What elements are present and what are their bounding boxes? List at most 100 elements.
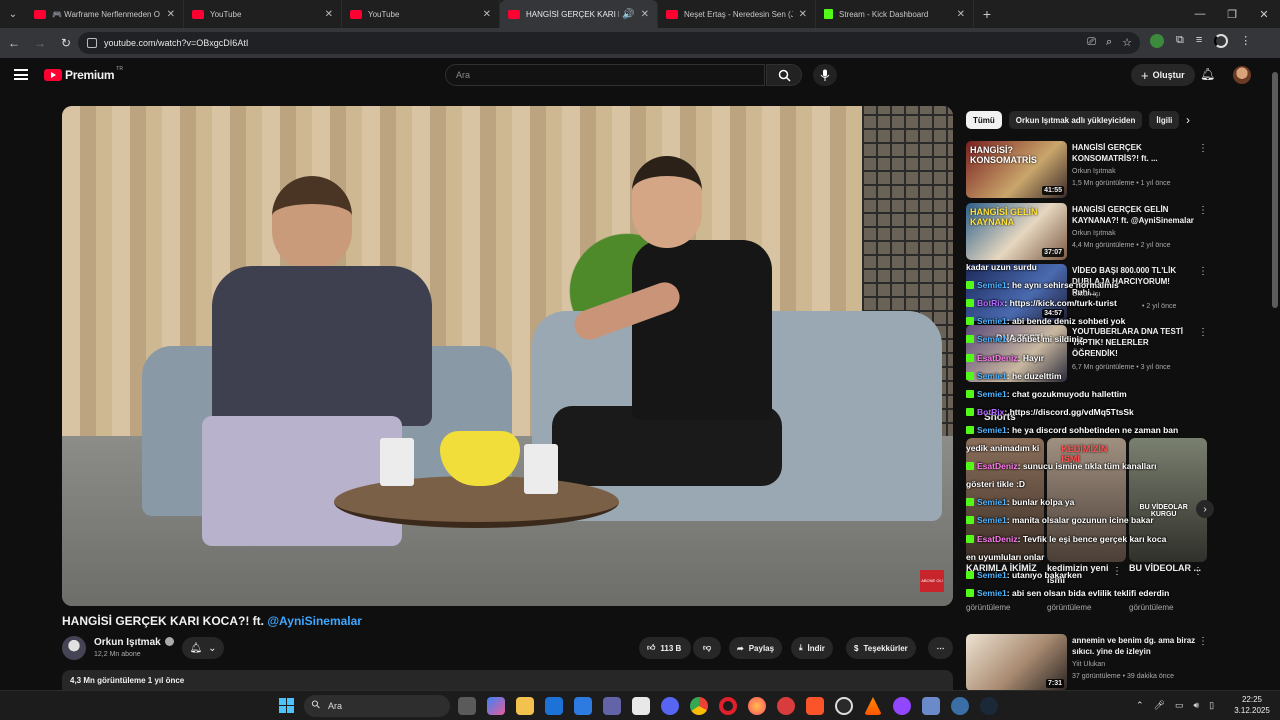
- chat-username[interactable]: Semie1: [977, 515, 1007, 525]
- tab-search-button[interactable]: ⌄: [0, 0, 26, 28]
- subscribe-watermark[interactable]: ABONE OL!: [920, 570, 944, 592]
- taskbar-search[interactable]: Ara: [304, 695, 450, 717]
- subscribed-notification-button[interactable]: 🔔︎ ⌄: [182, 637, 224, 659]
- share-button[interactable]: ➦ Paylaş: [729, 637, 783, 659]
- app-icon[interactable]: [922, 697, 940, 715]
- youtube-logo[interactable]: Premium TR: [44, 66, 123, 82]
- chat-username[interactable]: BotRix: [977, 407, 1004, 417]
- extension-icon[interactable]: [1150, 34, 1164, 48]
- video-thumbnail[interactable]: 7:31: [966, 634, 1067, 691]
- close-icon[interactable]: ✕: [799, 9, 807, 20]
- channel-name[interactable]: Orkun Işıtmak: [94, 637, 161, 648]
- recommendation-channel[interactable]: Orkun Işıtmak: [1072, 230, 1116, 237]
- close-icon[interactable]: ✕: [957, 9, 965, 20]
- video-title-mention-link[interactable]: @AyniSinemalar: [267, 614, 362, 628]
- vlc-icon[interactable]: [864, 697, 882, 715]
- recommendation-title[interactable]: annemin ve benim dg. ama biraz sıkıcı. y…: [1072, 635, 1196, 657]
- search-input[interactable]: Ara: [445, 64, 765, 86]
- create-button[interactable]: + Oluştur: [1131, 64, 1195, 86]
- search-button[interactable]: [766, 64, 802, 86]
- browser-menu-icon[interactable]: ⋮: [1240, 34, 1251, 48]
- chat-username[interactable]: EsatDeniz: [977, 353, 1018, 363]
- close-icon[interactable]: ✕: [325, 9, 333, 20]
- channel-name-row[interactable]: Orkun Işıtmak: [94, 637, 174, 648]
- zoom-icon[interactable]: ⌕: [1106, 36, 1112, 49]
- recommendation-title[interactable]: HANGİSİ GERÇEK KONSOMATRİS?! ft. ...: [1072, 142, 1196, 164]
- taskbar-clock[interactable]: 22:25 3.12.2025: [1228, 694, 1276, 716]
- chevron-up-icon[interactable]: ⌃: [1136, 700, 1144, 711]
- thanks-button[interactable]: $ Teşekkürler: [846, 637, 916, 659]
- browser-tab-active[interactable]: HANGİSİ GERÇEK KARI KOC 🔊 ✕: [500, 0, 658, 28]
- recommendation-item[interactable]: HANGİSİ? KONSOMATRİS 41:55 HANGİSİ GERÇE…: [966, 141, 1208, 199]
- dislike-button[interactable]: 👎︎: [693, 637, 721, 659]
- minimize-icon[interactable]: —: [1184, 8, 1216, 20]
- chevron-right-icon[interactable]: ›: [1186, 113, 1190, 127]
- close-icon[interactable]: ✕: [483, 9, 491, 20]
- chat-username[interactable]: EsatDeniz: [977, 534, 1018, 544]
- close-icon[interactable]: ✕: [641, 9, 649, 20]
- twitch-icon[interactable]: [893, 697, 911, 715]
- battery-icon[interactable]: ▯: [1209, 700, 1214, 711]
- more-vertical-icon[interactable]: ⋮: [1198, 143, 1208, 154]
- voice-search-button[interactable]: [813, 64, 837, 86]
- store-icon[interactable]: [574, 697, 592, 715]
- video-player[interactable]: ABONE OL!: [62, 106, 953, 606]
- chat-username[interactable]: Semie1: [977, 389, 1007, 399]
- recommendation-channel[interactable]: Orkun Işı: [1072, 291, 1100, 298]
- teams-icon[interactable]: [603, 697, 621, 715]
- forward-icon[interactable]: →: [28, 36, 52, 50]
- browser-tab[interactable]: Stream - Kick Dashboard ✕: [816, 0, 974, 28]
- chrome-icon[interactable]: [690, 697, 708, 715]
- download-button[interactable]: ⤓ İndir: [791, 637, 833, 659]
- notifications-icon[interactable]: 🔔︎: [1200, 67, 1215, 81]
- windows-start-icon[interactable]: [279, 698, 294, 713]
- bookmark-star-icon[interactable]: ☆: [1122, 36, 1132, 49]
- page-scrollbar-thumb[interactable]: [1272, 72, 1278, 308]
- extensions-puzzle-icon[interactable]: ⧉: [1176, 34, 1184, 48]
- account-avatar[interactable]: [1233, 66, 1251, 84]
- recommendation-channel[interactable]: Yiit Ulukan: [1072, 661, 1105, 668]
- chat-username[interactable]: Semie1: [977, 334, 1007, 344]
- like-button[interactable]: 👍︎ 113 B: [639, 637, 691, 659]
- opera-icon[interactable]: [719, 697, 737, 715]
- recommendation-channel[interactable]: Orkun Işıtmak: [1072, 168, 1116, 175]
- browser-tab[interactable]: Neşet Ertaş - Neredesin Sen (Je ✕: [658, 0, 816, 28]
- cast-icon[interactable]: ⎚: [1087, 36, 1096, 49]
- file-explorer-icon[interactable]: [516, 697, 534, 715]
- outlook-icon[interactable]: [545, 697, 563, 715]
- discord-icon[interactable]: [661, 697, 679, 715]
- vivaldi-icon[interactable]: [777, 697, 795, 715]
- volume-icon[interactable]: 🔊︎: [1194, 700, 1200, 711]
- chat-username[interactable]: Semie1: [977, 280, 1007, 290]
- settings-icon[interactable]: [951, 697, 969, 715]
- address-bar[interactable]: youtube.com/watch?v=OBxgcDI6AtI ⎚ ⌕ ☆: [78, 32, 1140, 54]
- chat-username[interactable]: Semie1: [977, 371, 1007, 381]
- more-actions-button[interactable]: ⋯: [928, 637, 953, 659]
- chat-username[interactable]: BotRix: [977, 298, 1004, 308]
- recommendation-item[interactable]: 7:31 annemin ve benim dg. ama biraz sıkı…: [966, 634, 1208, 692]
- channel-avatar[interactable]: [62, 636, 86, 660]
- site-info-icon[interactable]: [87, 38, 97, 48]
- microphone-tray-icon[interactable]: 🎤︎: [1154, 700, 1165, 711]
- browser-tab[interactable]: YouTube ✕: [184, 0, 342, 28]
- restore-icon[interactable]: ❐: [1216, 8, 1248, 21]
- notepad-icon[interactable]: [632, 697, 650, 715]
- browser-tab[interactable]: YouTube ✕: [342, 0, 500, 28]
- recommendation-title[interactable]: HANGİSİ GERÇEK GELİN KAYNANA?! ft. @Ayni…: [1072, 204, 1196, 226]
- chip-all[interactable]: Tümü: [966, 111, 1002, 129]
- chat-username[interactable]: Semie1: [977, 497, 1007, 507]
- close-window-icon[interactable]: ✕: [1248, 8, 1280, 21]
- reading-list-icon[interactable]: ≡: [1196, 34, 1202, 48]
- speaker-icon[interactable]: 🔊: [622, 9, 634, 20]
- chat-username[interactable]: EsatDeniz: [977, 461, 1018, 471]
- chat-username[interactable]: Semie1: [977, 570, 1007, 580]
- close-icon[interactable]: ✕: [167, 9, 175, 20]
- profile-icon[interactable]: [1214, 34, 1229, 48]
- copilot-icon[interactable]: [487, 697, 505, 715]
- more-vertical-icon[interactable]: ⋮: [1198, 205, 1208, 216]
- obs-icon[interactable]: [835, 697, 853, 715]
- chip-from-uploader[interactable]: Orkun Işıtmak adlı yükleyiciden: [1008, 111, 1143, 129]
- chat-username[interactable]: Semie1: [977, 316, 1007, 326]
- more-vertical-icon[interactable]: ⋮: [1198, 636, 1208, 647]
- chip-related[interactable]: İlgili: [1149, 111, 1180, 129]
